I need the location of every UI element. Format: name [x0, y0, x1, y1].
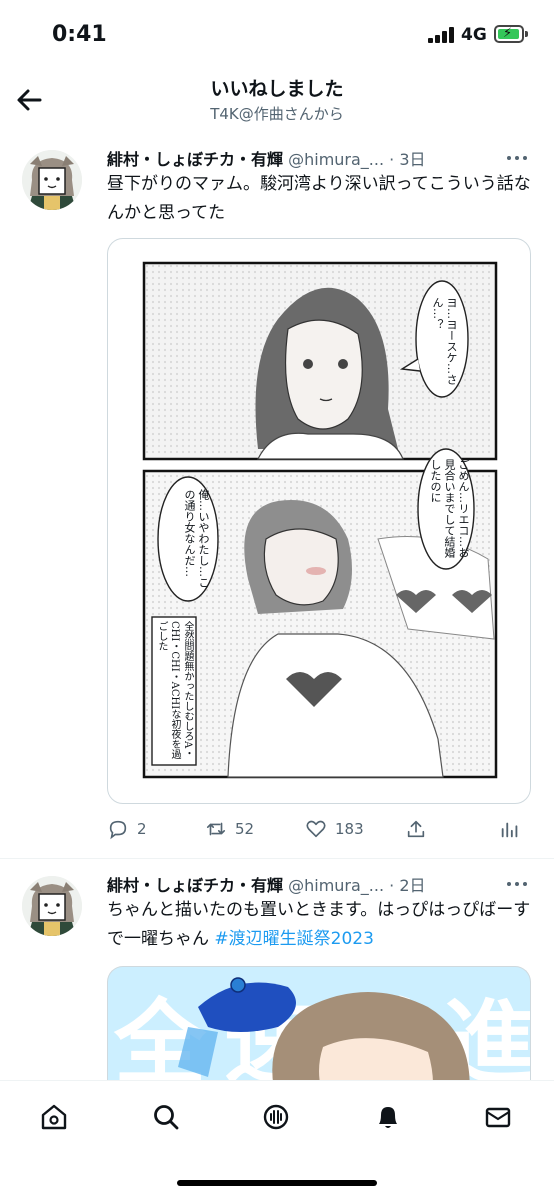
nav-home[interactable] [38, 1101, 70, 1133]
separator: · [389, 876, 395, 895]
author-handle[interactable]: @himura_... [288, 876, 384, 895]
heart-icon [306, 820, 326, 838]
nav-notifications[interactable] [372, 1101, 404, 1133]
speech-bubble: 俺…いやわたし…この通り女なんだ… [183, 489, 210, 588]
analytics-button[interactable] [499, 814, 521, 844]
hashtag-link[interactable]: #渡辺曜生誕祭2023 [214, 929, 374, 949]
home-indicator[interactable] [177, 1180, 377, 1186]
search-icon [154, 1105, 179, 1130]
avatar-image [22, 150, 82, 210]
status-time: 0:41 [52, 22, 107, 47]
share-icon [407, 820, 425, 838]
caption-box: 全然問題無かったしむしろA・CHI・CHI・ACHIな初夜を過ごした [156, 621, 193, 760]
home-icon [41, 1104, 67, 1130]
analytics-icon [501, 822, 518, 838]
nav-search[interactable] [150, 1101, 182, 1133]
tweet-media[interactable]: ヨ…ヨースケ…さん…？ 俺…いやわたし…この通り女なんだ… ごめん…リエコ…お見… [107, 238, 531, 804]
avatar[interactable] [22, 150, 82, 210]
signal-icon [428, 27, 456, 43]
like-count: 183 [335, 820, 364, 838]
author-name[interactable]: 緋村・しょぼチカ・有輝 [107, 150, 283, 169]
speech-bubble: ごめん…リエコ…お見合いまでして結婚したのに [429, 459, 470, 558]
tweet-time[interactable]: 3日 [399, 150, 425, 169]
reply-icon [109, 820, 127, 840]
reply-button[interactable]: 2 [107, 814, 147, 844]
retweet-count: 52 [235, 820, 255, 838]
more-icon[interactable] [505, 148, 529, 168]
share-button[interactable] [405, 814, 427, 844]
reply-count: 2 [137, 820, 147, 838]
avatar[interactable] [22, 876, 82, 936]
battery-icon: ⚡ [494, 25, 528, 43]
header: いいねしました T4K@作曲さんから [0, 70, 554, 130]
separator: · [389, 150, 395, 169]
speech-bubble: ヨ…ヨースケ…さん…？ [431, 297, 458, 385]
like-button[interactable]: 183 [305, 814, 364, 844]
spaces-icon [263, 1104, 289, 1130]
page-subtitle: T4K@作曲さんから [210, 105, 344, 123]
tweet[interactable]: 緋村・しょぼチカ・有輝 @himura_... · 3日 昼下がりのマァム。駿河… [0, 146, 554, 856]
retweet-icon [206, 822, 226, 836]
tweet-time[interactable]: 2日 [399, 876, 425, 895]
notifications-icon [379, 1107, 397, 1128]
tweet-text: 昼下がりのマァム。駿河湾より深い訳ってこういう話なんかと思ってた [107, 174, 531, 223]
nav-spaces[interactable] [260, 1101, 292, 1133]
divider [0, 858, 554, 859]
avatar-image [22, 876, 82, 936]
author-name[interactable]: 緋村・しょぼチカ・有輝 [107, 876, 283, 895]
retweet-button[interactable]: 52 [205, 814, 254, 844]
nav-messages[interactable] [482, 1101, 514, 1133]
status-bar: 0:41 4G ⚡ [0, 0, 554, 70]
more-icon[interactable] [505, 874, 529, 894]
tweet-header: 緋村・しょぼチカ・有輝 @himura_... · 3日 [107, 146, 537, 170]
tweet[interactable]: 緋村・しょぼチカ・有輝 @himura_... · 2日 ちゃんと描いたのも置い… [0, 872, 554, 1106]
tweet-text: ちゃんと描いたのも置いときます。はっぴはっぴばーすで一曜ちゃん #渡辺曜生誕祭2… [107, 896, 537, 956]
tweet-header: 緋村・しょぼチカ・有輝 @himura_... · 2日 [107, 872, 537, 896]
messages-icon [485, 1107, 511, 1128]
page-title: いいねしました [210, 78, 344, 100]
author-handle[interactable]: @himura_... [288, 150, 384, 169]
network-label: 4G [461, 25, 487, 45]
tweet-actions: 2 52 183 [107, 814, 527, 844]
